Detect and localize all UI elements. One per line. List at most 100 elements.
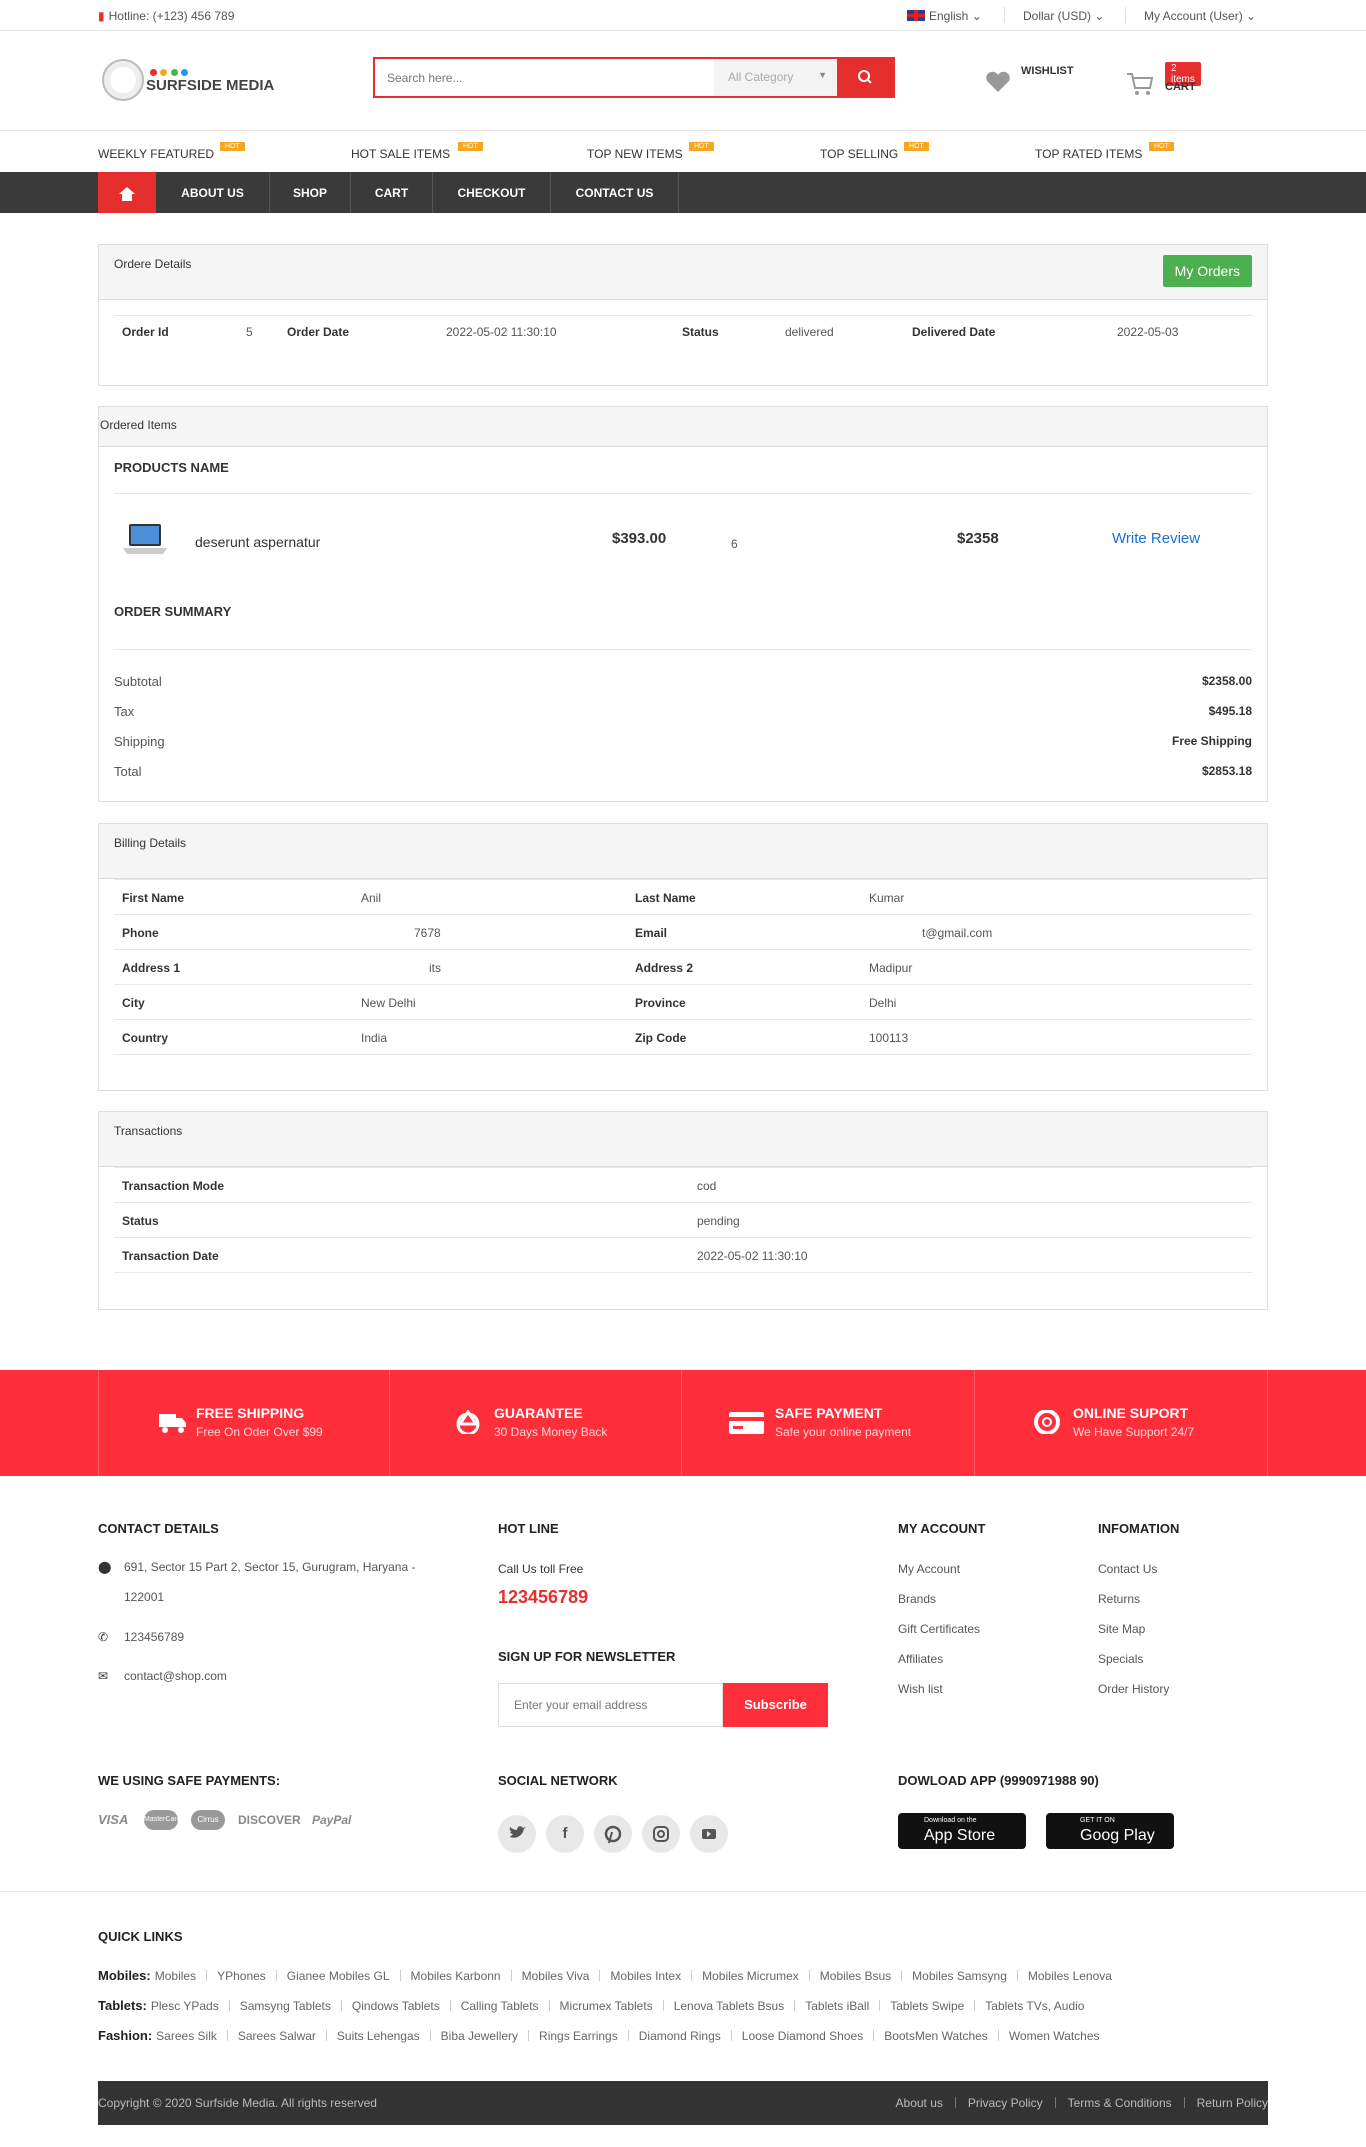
home-button[interactable] bbox=[98, 172, 156, 213]
link-separator bbox=[627, 2030, 629, 2041]
hotline-heading: HOT LINE bbox=[498, 1521, 559, 1536]
billing-label: Address 1 bbox=[122, 961, 181, 975]
subscribe-button[interactable]: Subscribe bbox=[723, 1683, 828, 1727]
link-separator bbox=[206, 1970, 208, 1981]
feature-subtitle: We Have Support 24/7 bbox=[1073, 1425, 1195, 1439]
quick-link[interactable]: Mobiles Viva bbox=[522, 1969, 590, 1983]
nav-about-us[interactable]: ABOUT US bbox=[156, 172, 270, 213]
quick-link[interactable]: Loose Diamond Shoes bbox=[742, 2029, 863, 2043]
footer-link-affiliates[interactable]: Affiliates bbox=[898, 1652, 943, 1666]
link-separator bbox=[794, 2000, 796, 2011]
quick-link[interactable]: Tablets TVs, Audio bbox=[985, 1999, 1084, 2013]
discover-icon: DISCOVER bbox=[238, 1813, 301, 1827]
search-button[interactable] bbox=[837, 59, 893, 96]
quick-link[interactable]: Qindows Tablets bbox=[352, 1999, 440, 2013]
quick-link[interactable]: Micrumex Tablets bbox=[560, 1999, 653, 2013]
contact-address-line1: 691, Sector 15 Part 2, Sector 15, Gurugr… bbox=[124, 1560, 416, 1574]
category-select[interactable]: All Category ▼ bbox=[714, 59, 839, 96]
quick-link[interactable]: Tablets iBall bbox=[805, 1999, 869, 2013]
quick-link[interactable]: Sarees Silk bbox=[156, 2029, 217, 2043]
footer-link-returns[interactable]: Returns bbox=[1098, 1592, 1140, 1606]
link-separator bbox=[340, 2000, 342, 2011]
footer-link-wish-list[interactable]: Wish list bbox=[898, 1682, 943, 1696]
quick-link[interactable]: Mobiles Lenova bbox=[1028, 1969, 1112, 1983]
quick-link[interactable]: Mobiles Bsus bbox=[820, 1969, 891, 1983]
quick-link[interactable]: Mobiles bbox=[155, 1969, 196, 1983]
footer-link-my-account[interactable]: My Account bbox=[898, 1562, 960, 1576]
app-store-button[interactable]: Download on the App Store bbox=[898, 1813, 1026, 1849]
hot-nav-top-selling[interactable]: TOP SELLING HOT bbox=[820, 142, 929, 161]
bottom-link[interactable]: Privacy Policy bbox=[968, 2096, 1043, 2110]
quick-link[interactable]: Diamond Rings bbox=[639, 2029, 721, 2043]
footer-link-order-history[interactable]: Order History bbox=[1098, 1682, 1169, 1696]
quick-link[interactable]: Plesc YPads bbox=[151, 1999, 219, 2013]
currency-select[interactable]: Dollar (USD) ⌄ bbox=[1023, 9, 1104, 23]
quick-link[interactable]: Rings Earrings bbox=[539, 2029, 618, 2043]
youtube-icon[interactable] bbox=[690, 1815, 728, 1853]
search-input[interactable]: Search here... bbox=[387, 71, 462, 85]
quick-link[interactable]: Gianee Mobiles GL bbox=[287, 1969, 390, 1983]
twitter-icon[interactable] bbox=[498, 1815, 536, 1853]
hot-tag: HOT bbox=[904, 142, 929, 151]
envelope-icon: ✉ bbox=[98, 1669, 109, 1683]
order-date-label: Order Date bbox=[287, 325, 350, 339]
nav-cart[interactable]: CART bbox=[351, 172, 433, 213]
logo[interactable]: SURFSIDE MEDIA bbox=[100, 57, 280, 103]
footer-link-brands[interactable]: Brands bbox=[898, 1592, 936, 1606]
facebook-icon[interactable]: f bbox=[546, 1815, 584, 1853]
account-menu[interactable]: My Account (User) ⌄ bbox=[1144, 9, 1256, 23]
quick-link[interactable]: Biba Jewellery bbox=[441, 2029, 518, 2043]
write-review-link[interactable]: Write Review bbox=[1112, 530, 1200, 547]
truck-icon bbox=[159, 1414, 186, 1433]
nav-contact-us[interactable]: CONTACT US bbox=[551, 172, 679, 213]
quick-link[interactable]: Lenova Tablets Bsus bbox=[674, 1999, 785, 2013]
nav-checkout[interactable]: CHECKOUT bbox=[433, 172, 551, 213]
quick-link[interactable]: Suits Lehengas bbox=[337, 2029, 420, 2043]
feature-free-shipping: FREE SHIPPING Free On Oder Over $99 bbox=[98, 1370, 390, 1476]
quick-link[interactable]: Calling Tablets bbox=[461, 1999, 539, 2013]
footer-link-specials[interactable]: Specials bbox=[1098, 1652, 1143, 1666]
hot-nav-label: TOP RATED ITEMS bbox=[1035, 147, 1143, 161]
quick-link[interactable]: Mobiles Samsyng bbox=[912, 1969, 1007, 1983]
nav-shop[interactable]: SHOP bbox=[270, 172, 351, 213]
instagram-icon[interactable] bbox=[642, 1815, 680, 1853]
quick-link[interactable]: Mobiles Intex bbox=[610, 1969, 681, 1983]
hot-nav-weekly-featured[interactable]: WEEKLY FEATURED HOT bbox=[98, 142, 245, 161]
link-separator bbox=[1054, 2097, 1056, 2108]
product-price: $393.00 bbox=[612, 530, 667, 547]
summary-tax-label: Tax bbox=[114, 704, 135, 719]
quick-link[interactable]: Samsyng Tablets bbox=[240, 1999, 331, 2013]
quick-link[interactable]: Tablets Swipe bbox=[890, 1999, 964, 2013]
contact-email[interactable]: contact@shop.com bbox=[124, 1669, 227, 1683]
link-separator bbox=[954, 2097, 956, 2108]
language-select[interactable]: English ⌄ bbox=[907, 9, 982, 23]
quick-link[interactable]: Mobiles Karbonn bbox=[411, 1969, 501, 1983]
footer-link-gift-certificates[interactable]: Gift Certificates bbox=[898, 1622, 980, 1636]
hot-nav-top-rated[interactable]: TOP RATED ITEMS HOT bbox=[1035, 142, 1174, 161]
hot-nav-hot-sale[interactable]: HOT SALE ITEMS HOT bbox=[351, 142, 483, 161]
billing-label: Last Name bbox=[635, 891, 696, 905]
quick-link[interactable]: Women Watches bbox=[1009, 2029, 1100, 2043]
summary-subtotal-value: $2358.00 bbox=[1201, 674, 1252, 688]
quick-link[interactable]: Mobiles Micrumex bbox=[702, 1969, 799, 1983]
bottom-link[interactable]: About us bbox=[896, 2096, 943, 2110]
bottom-link[interactable]: Return Policy bbox=[1197, 2096, 1268, 2110]
billing-value: Anil bbox=[361, 891, 382, 905]
product-name[interactable]: deserunt aspernatur bbox=[195, 534, 320, 550]
pinterest-icon[interactable] bbox=[594, 1815, 632, 1853]
mastercard-icon: MasterCard bbox=[144, 1810, 178, 1830]
footer-link-site-map[interactable]: Site Map bbox=[1098, 1622, 1145, 1636]
feature-online-support: ONLINE SUPORT We Have Support 24/7 bbox=[975, 1370, 1268, 1476]
my-orders-button[interactable]: My Orders bbox=[1162, 255, 1252, 287]
google-play-button[interactable]: GET IT ON Goog Play bbox=[1046, 1813, 1174, 1849]
quick-link[interactable]: YPhones bbox=[217, 1969, 266, 1983]
hot-nav-top-new[interactable]: TOP NEW ITEMS HOT bbox=[587, 142, 714, 161]
quick-links-mobiles: Mobiles: Mobiles YPhones Gianee Mobiles GL M… bbox=[98, 1968, 1112, 1983]
currency-label: Dollar (USD) bbox=[1023, 9, 1092, 23]
footer-link-contact-us[interactable]: Contact Us bbox=[1098, 1562, 1157, 1576]
bottom-link[interactable]: Terms & Conditions bbox=[1068, 2096, 1172, 2110]
newsletter-email-input[interactable]: Enter your email address bbox=[498, 1683, 723, 1727]
ordered-items-panel: Ordered Items PRODUCTS NAME deserunt asp… bbox=[98, 406, 1268, 802]
quick-link[interactable]: BootsMen Watches bbox=[884, 2029, 988, 2043]
quick-link[interactable]: Sarees Salwar bbox=[238, 2029, 316, 2043]
